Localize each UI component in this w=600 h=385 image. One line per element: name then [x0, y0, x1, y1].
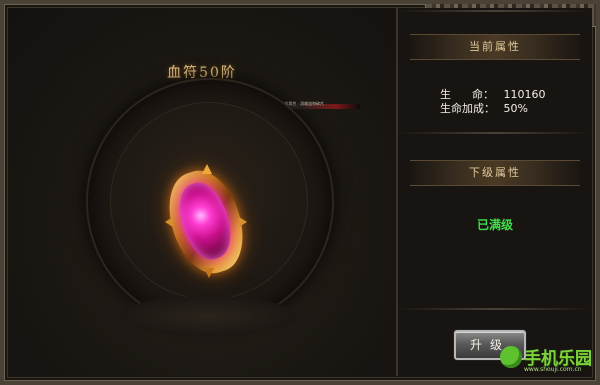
divider	[402, 132, 588, 134]
current-attributes-header: 当前属性	[410, 34, 580, 60]
gem-spike	[239, 217, 247, 227]
blood-talisman-icon[interactable]	[157, 162, 255, 282]
pedestal	[120, 296, 296, 336]
gem-spike	[204, 268, 214, 278]
divider	[402, 308, 588, 310]
attributes-panel: 当前属性 生 命： 110160 生命加成： 50% 下级属性 已满级	[398, 8, 592, 376]
gem-spike	[165, 217, 173, 227]
artifact-display-panel: 血符50阶 1 · 血符进阶后提升生命属性 · 消耗血符碎片	[8, 8, 398, 376]
watermark-logo: 手机乐园 www.shouji.com.cn	[500, 344, 596, 380]
next-attributes-header: 下级属性	[410, 160, 580, 186]
stat-value: 50%	[503, 102, 528, 115]
stat-label: 生命加成：	[440, 102, 495, 115]
stat-row-hp-bonus: 生命加成： 50%	[440, 100, 528, 116]
divider	[402, 10, 588, 12]
gem-spike	[202, 164, 212, 174]
max-level-status: 已满级	[476, 218, 513, 232]
mascot-icon	[500, 346, 522, 368]
watermark-url: www.shouji.com.cn	[524, 366, 582, 373]
